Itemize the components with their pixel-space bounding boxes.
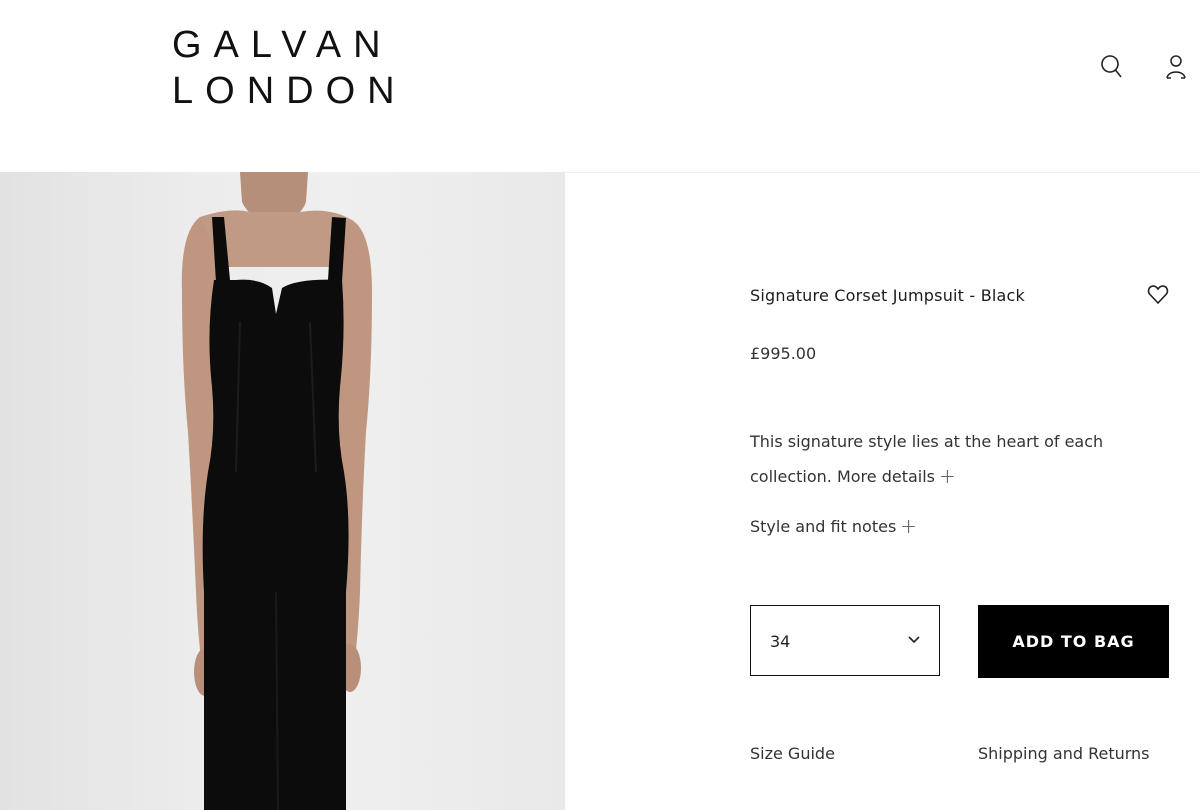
heart-icon bbox=[1147, 285, 1169, 305]
shipping-returns-link[interactable]: Shipping and Returns bbox=[978, 744, 1150, 763]
logo-line-2: LONDON bbox=[172, 70, 407, 112]
wishlist-button[interactable] bbox=[1146, 282, 1170, 306]
add-to-bag-button[interactable]: ADD TO BAG bbox=[978, 605, 1169, 678]
product-image[interactable] bbox=[0, 172, 565, 810]
more-details-label: More details bbox=[836, 467, 936, 486]
size-select[interactable]: 34 bbox=[750, 605, 940, 676]
style-fit-notes-label: Style and fit notes bbox=[750, 517, 897, 536]
brand-logo[interactable]: GALVAN LONDON bbox=[172, 22, 407, 114]
user-icon bbox=[1166, 55, 1186, 79]
product-photo bbox=[181, 172, 372, 810]
account-button[interactable] bbox=[1161, 52, 1191, 82]
size-guide-link[interactable]: Size Guide bbox=[750, 744, 835, 763]
product-price: £995.00 bbox=[750, 344, 817, 363]
logo-line-1: GALVAN bbox=[172, 24, 393, 66]
chevron-down-icon bbox=[908, 636, 920, 644]
search-icon bbox=[1101, 55, 1122, 78]
more-details-link[interactable]: More details + bbox=[836, 464, 956, 488]
plus-icon: + bbox=[900, 514, 918, 538]
selected-size: 34 bbox=[770, 632, 791, 651]
product-details: Signature Corset Jumpsuit - Black £995.0… bbox=[750, 172, 1200, 810]
style-fit-notes-link[interactable]: Style and fit notes + bbox=[750, 514, 917, 538]
product-page: GALVAN LONDON Signature Corset Jumpsuit … bbox=[0, 0, 1200, 810]
search-button[interactable] bbox=[1097, 52, 1127, 82]
product-title: Signature Corset Jumpsuit - Black bbox=[750, 286, 1025, 305]
plus-icon: + bbox=[939, 464, 956, 488]
site-header: GALVAN LONDON bbox=[0, 0, 1200, 173]
product-description: This signature style lies at the heart o… bbox=[750, 425, 1130, 494]
